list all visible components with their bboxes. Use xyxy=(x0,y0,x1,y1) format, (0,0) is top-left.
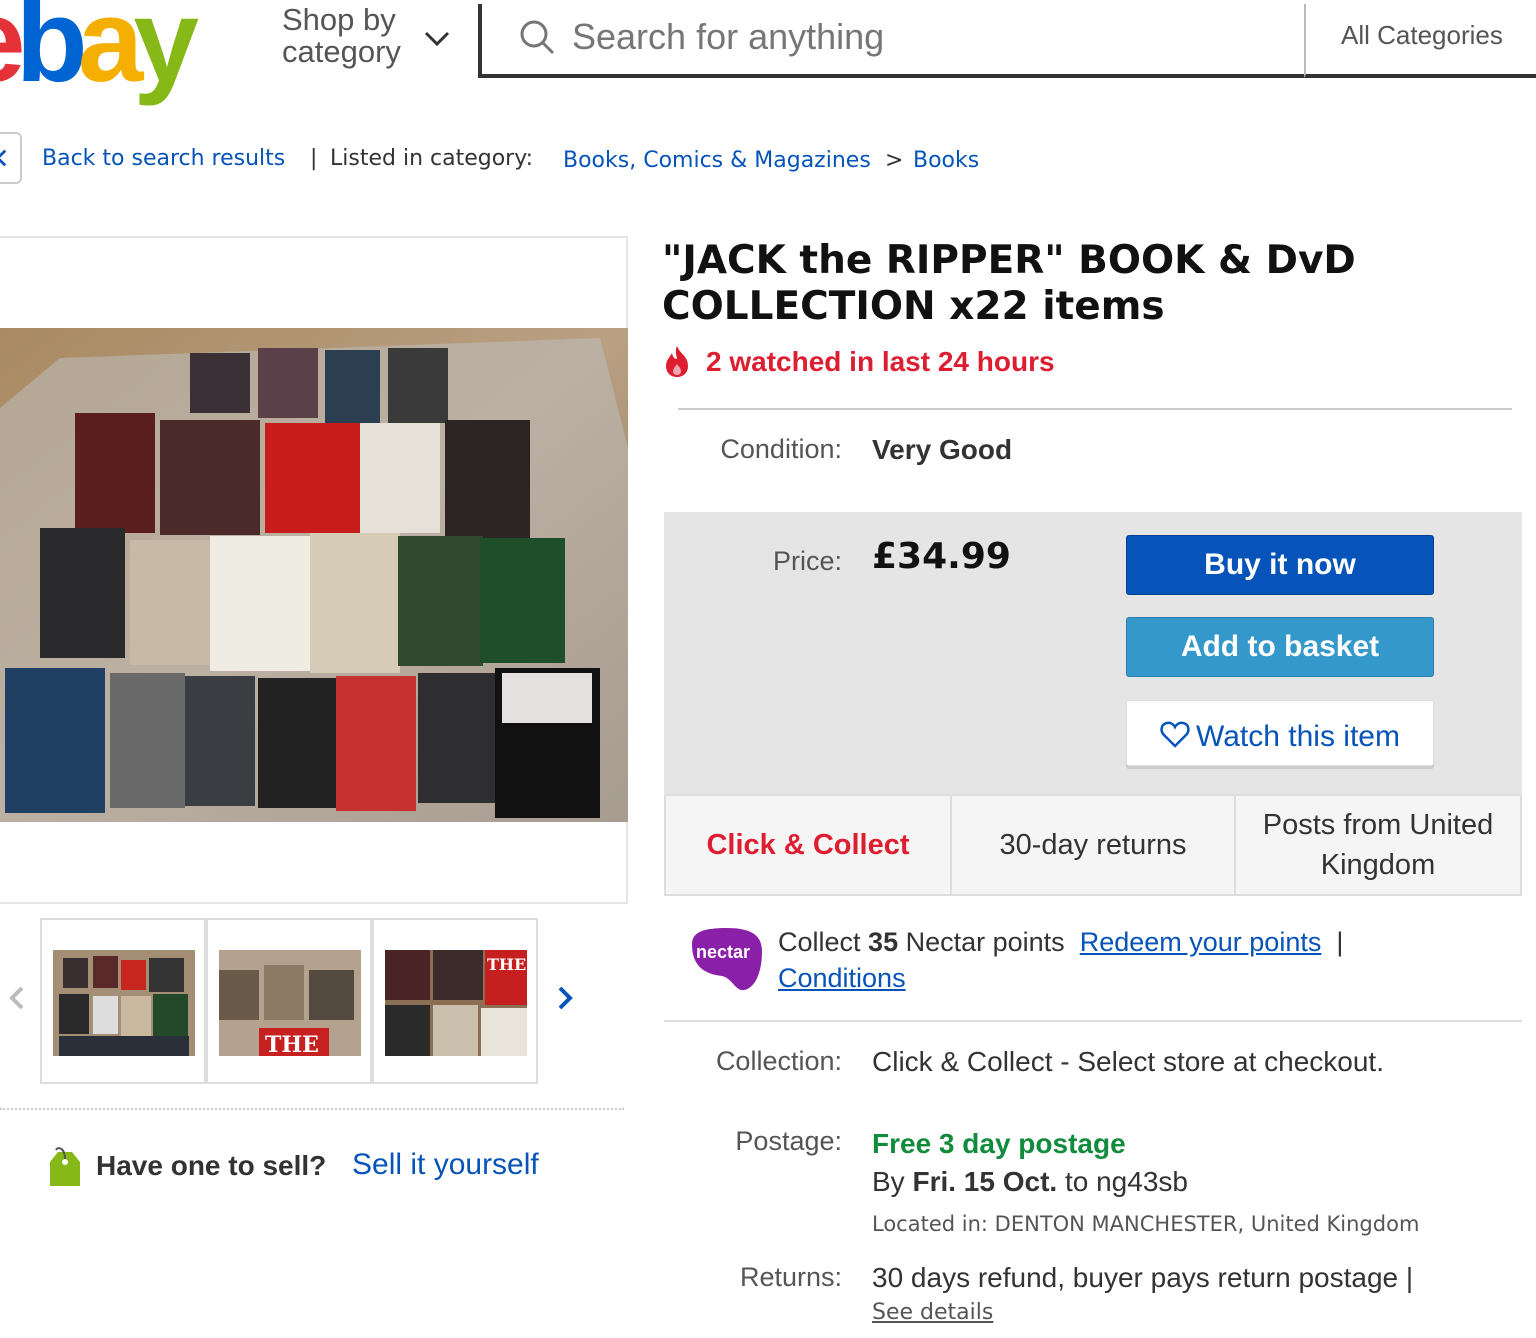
category-link[interactable]: Books, Comics & Magazines xyxy=(563,148,871,173)
thumbnail-1[interactable] xyxy=(40,918,206,1084)
returns-feature: 30-day returns xyxy=(950,794,1236,896)
main-product-image[interactable] xyxy=(0,328,628,822)
have-one-to-sell: Have one to sell? xyxy=(96,1150,327,1181)
divider xyxy=(0,1108,624,1110)
divider xyxy=(678,408,1512,410)
watch-item-label: Watch this item xyxy=(1196,720,1400,753)
nectar-points-text: Collect 35 Nectar points Redeem your poi… xyxy=(778,927,1344,993)
thumbnail-3[interactable]: THE xyxy=(372,918,538,1084)
ebay-logo[interactable]: ebay xyxy=(0,0,199,100)
postage-label: Postage: xyxy=(735,1126,842,1156)
conditions-link[interactable]: Conditions xyxy=(778,963,906,993)
delivery-estimate: By Fri. 15 Oct. to ng43sb xyxy=(872,1166,1188,1197)
svg-text:THE: THE xyxy=(265,1032,319,1056)
search-placeholder[interactable]: Search for anything xyxy=(572,16,884,58)
category-label: category xyxy=(282,34,401,69)
click-collect-feature: Click & Collect xyxy=(664,794,952,896)
shop-by-label: Shop by xyxy=(282,2,396,37)
redeem-points-link[interactable]: Redeem your points xyxy=(1080,927,1322,957)
sell-it-yourself-link[interactable]: Sell it yourself xyxy=(352,1148,539,1182)
shop-by-category-button[interactable]: Shop by category xyxy=(282,4,401,68)
watch-item-button[interactable]: Watch this item xyxy=(1126,700,1434,766)
returns-label: Returns: xyxy=(739,1262,842,1292)
all-categories-label[interactable]: All Categories xyxy=(1341,20,1503,51)
nectar-logo: nectar xyxy=(692,928,762,991)
see-details-link[interactable]: See details xyxy=(872,1300,993,1325)
heart-icon xyxy=(1160,721,1190,748)
breadcrumb-separator: | xyxy=(310,146,318,171)
thumbnail-prev-icon[interactable] xyxy=(6,984,28,1012)
thumbnail-2[interactable]: THE xyxy=(206,918,372,1084)
free-postage-text: Free 3 day postage xyxy=(872,1128,1126,1159)
back-chevron-icon[interactable] xyxy=(0,132,22,184)
collection-value: Click & Collect - Select store at checko… xyxy=(872,1046,1384,1077)
back-to-search-link[interactable]: Back to search results xyxy=(42,146,285,171)
fire-icon xyxy=(666,346,688,377)
svg-text:THE: THE xyxy=(487,955,526,974)
price-value: £34.99 xyxy=(872,536,1011,577)
nectar-points-count: 35 xyxy=(868,927,899,957)
condition-value: Very Good xyxy=(872,434,1013,465)
condition-label: Condition: xyxy=(720,434,842,464)
search-icon xyxy=(520,20,555,55)
svg-text:nectar: nectar xyxy=(696,942,750,962)
watched-count-text: 2 watched in last 24 hours xyxy=(706,346,1055,377)
listing-title: "JACK the RIPPER" BOOK & DvD COLLECTION … xyxy=(662,238,1356,329)
item-location: Located in: DENTON MANCHESTER, United Ki… xyxy=(872,1212,1420,1236)
chevron-down-icon[interactable] xyxy=(422,24,452,54)
buy-it-now-button[interactable]: Buy it now xyxy=(1126,535,1434,595)
add-to-basket-button[interactable]: Add to basket xyxy=(1126,617,1434,677)
subcategory-link[interactable]: Books xyxy=(913,148,979,173)
breadcrumb-arrow: > xyxy=(885,148,904,173)
thumbnail-next-icon[interactable] xyxy=(554,984,576,1012)
price-tag-icon xyxy=(50,1147,80,1186)
collection-label: Collection: xyxy=(715,1046,842,1076)
posts-from-feature: Posts from United Kingdom xyxy=(1234,794,1522,896)
returns-value: 30 days refund, buyer pays return postag… xyxy=(872,1262,1414,1293)
divider xyxy=(664,1020,1522,1022)
price-label: Price: xyxy=(772,546,842,576)
listed-in-label: Listed in category: xyxy=(330,146,534,171)
